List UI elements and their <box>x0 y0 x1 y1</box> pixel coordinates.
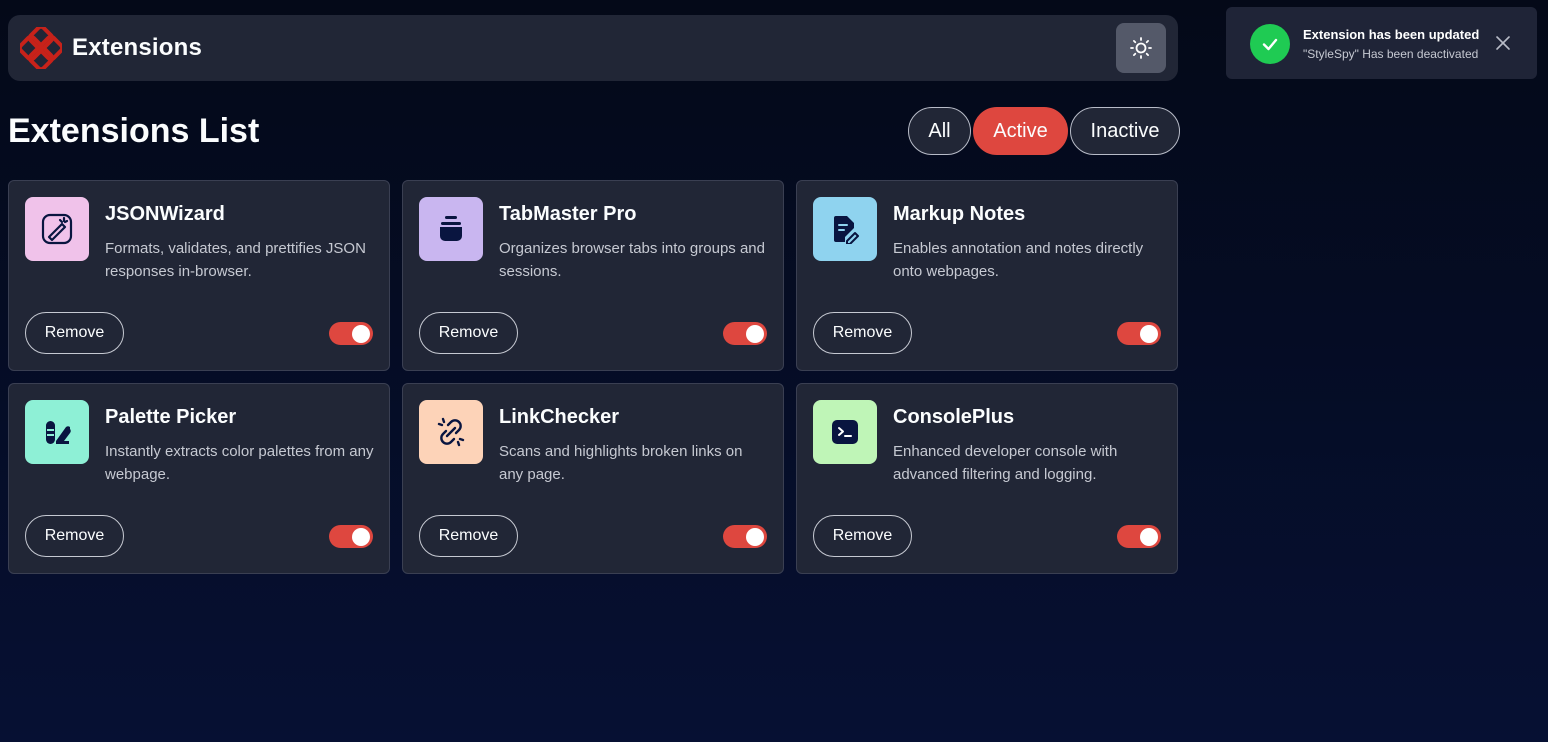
active-toggle[interactable] <box>329 322 373 345</box>
extension-card-palette-picker: Palette Picker Instantly extracts color … <box>8 383 390 574</box>
active-toggle[interactable] <box>329 525 373 548</box>
top-bar: Extensions <box>8 15 1178 81</box>
extensions-grid: JSONWizard Formats, validates, and prett… <box>8 180 1178 574</box>
markup-notes-icon <box>813 197 877 261</box>
theme-toggle-button[interactable] <box>1116 23 1166 73</box>
close-icon[interactable] <box>1494 34 1512 52</box>
tab-master-icon <box>419 197 483 261</box>
extension-name: JSONWizard <box>105 203 225 225</box>
filter-all-button[interactable]: All <box>908 107 971 155</box>
toggle-knob <box>352 527 370 546</box>
toggle-knob <box>746 324 764 343</box>
extensions-list-title: Extensions List <box>8 112 260 150</box>
extension-name: Markup Notes <box>893 203 1026 225</box>
extensions-logo-icon <box>20 27 62 69</box>
extension-description: Formats, validates, and prettifies JSON … <box>105 240 366 280</box>
extension-name: ConsolePlus <box>893 406 1015 428</box>
toggle-knob <box>746 527 764 546</box>
sun-icon <box>1130 37 1152 59</box>
remove-button[interactable]: Remove <box>813 312 912 354</box>
extension-description: Scans and highlights broken links on any… <box>499 443 743 483</box>
toggle-knob <box>1140 324 1158 343</box>
active-toggle[interactable] <box>1117 322 1161 345</box>
extension-description: Enhanced developer console with advanced… <box>893 443 1118 483</box>
extension-name: TabMaster Pro <box>499 203 637 225</box>
check-icon <box>1250 24 1290 64</box>
extension-description: Instantly extracts color palettes from a… <box>105 443 374 483</box>
extension-card-linkchecker: LinkChecker Scans and highlights broken … <box>402 383 784 574</box>
remove-button[interactable]: Remove <box>25 515 124 557</box>
extension-description: Enables annotation and notes directly on… <box>893 240 1144 280</box>
extension-card-markup-notes: Markup Notes Enables annotation and note… <box>796 180 1178 371</box>
extension-description: Organizes browser tabs into groups and s… <box>499 240 765 280</box>
remove-button[interactable]: Remove <box>25 312 124 354</box>
console-plus-icon <box>813 400 877 464</box>
extension-name: LinkChecker <box>499 406 620 428</box>
filter-inactive-button[interactable]: Inactive <box>1070 107 1180 155</box>
filter-active-button[interactable]: Active <box>973 107 1068 155</box>
toggle-knob <box>1140 527 1158 546</box>
remove-button[interactable]: Remove <box>419 312 518 354</box>
remove-button[interactable]: Remove <box>419 515 518 557</box>
app-title: Extensions <box>72 34 203 61</box>
toast-title: Extension has been updated <box>1303 27 1480 42</box>
link-checker-icon <box>419 400 483 464</box>
active-toggle[interactable] <box>1117 525 1161 548</box>
extension-card-tabmaster-pro: TabMaster Pro Organizes browser tabs int… <box>402 180 784 371</box>
remove-button[interactable]: Remove <box>813 515 912 557</box>
json-wizard-icon <box>25 197 89 261</box>
palette-picker-icon <box>25 400 89 464</box>
toggle-knob <box>352 324 370 343</box>
extension-name: Palette Picker <box>105 406 237 428</box>
extension-card-jsonwizard: JSONWizard Formats, validates, and prett… <box>8 180 390 371</box>
active-toggle[interactable] <box>723 525 767 548</box>
filter-group: All Active Inactive <box>908 107 1180 155</box>
active-toggle[interactable] <box>723 322 767 345</box>
toast-message: "StyleSpy" Has been deactivated <box>1303 47 1479 61</box>
extension-card-consoleplus: ConsolePlus Enhanced developer console w… <box>796 383 1178 574</box>
toast-notification: Extension has been updated "StyleSpy" Ha… <box>1226 7 1537 79</box>
